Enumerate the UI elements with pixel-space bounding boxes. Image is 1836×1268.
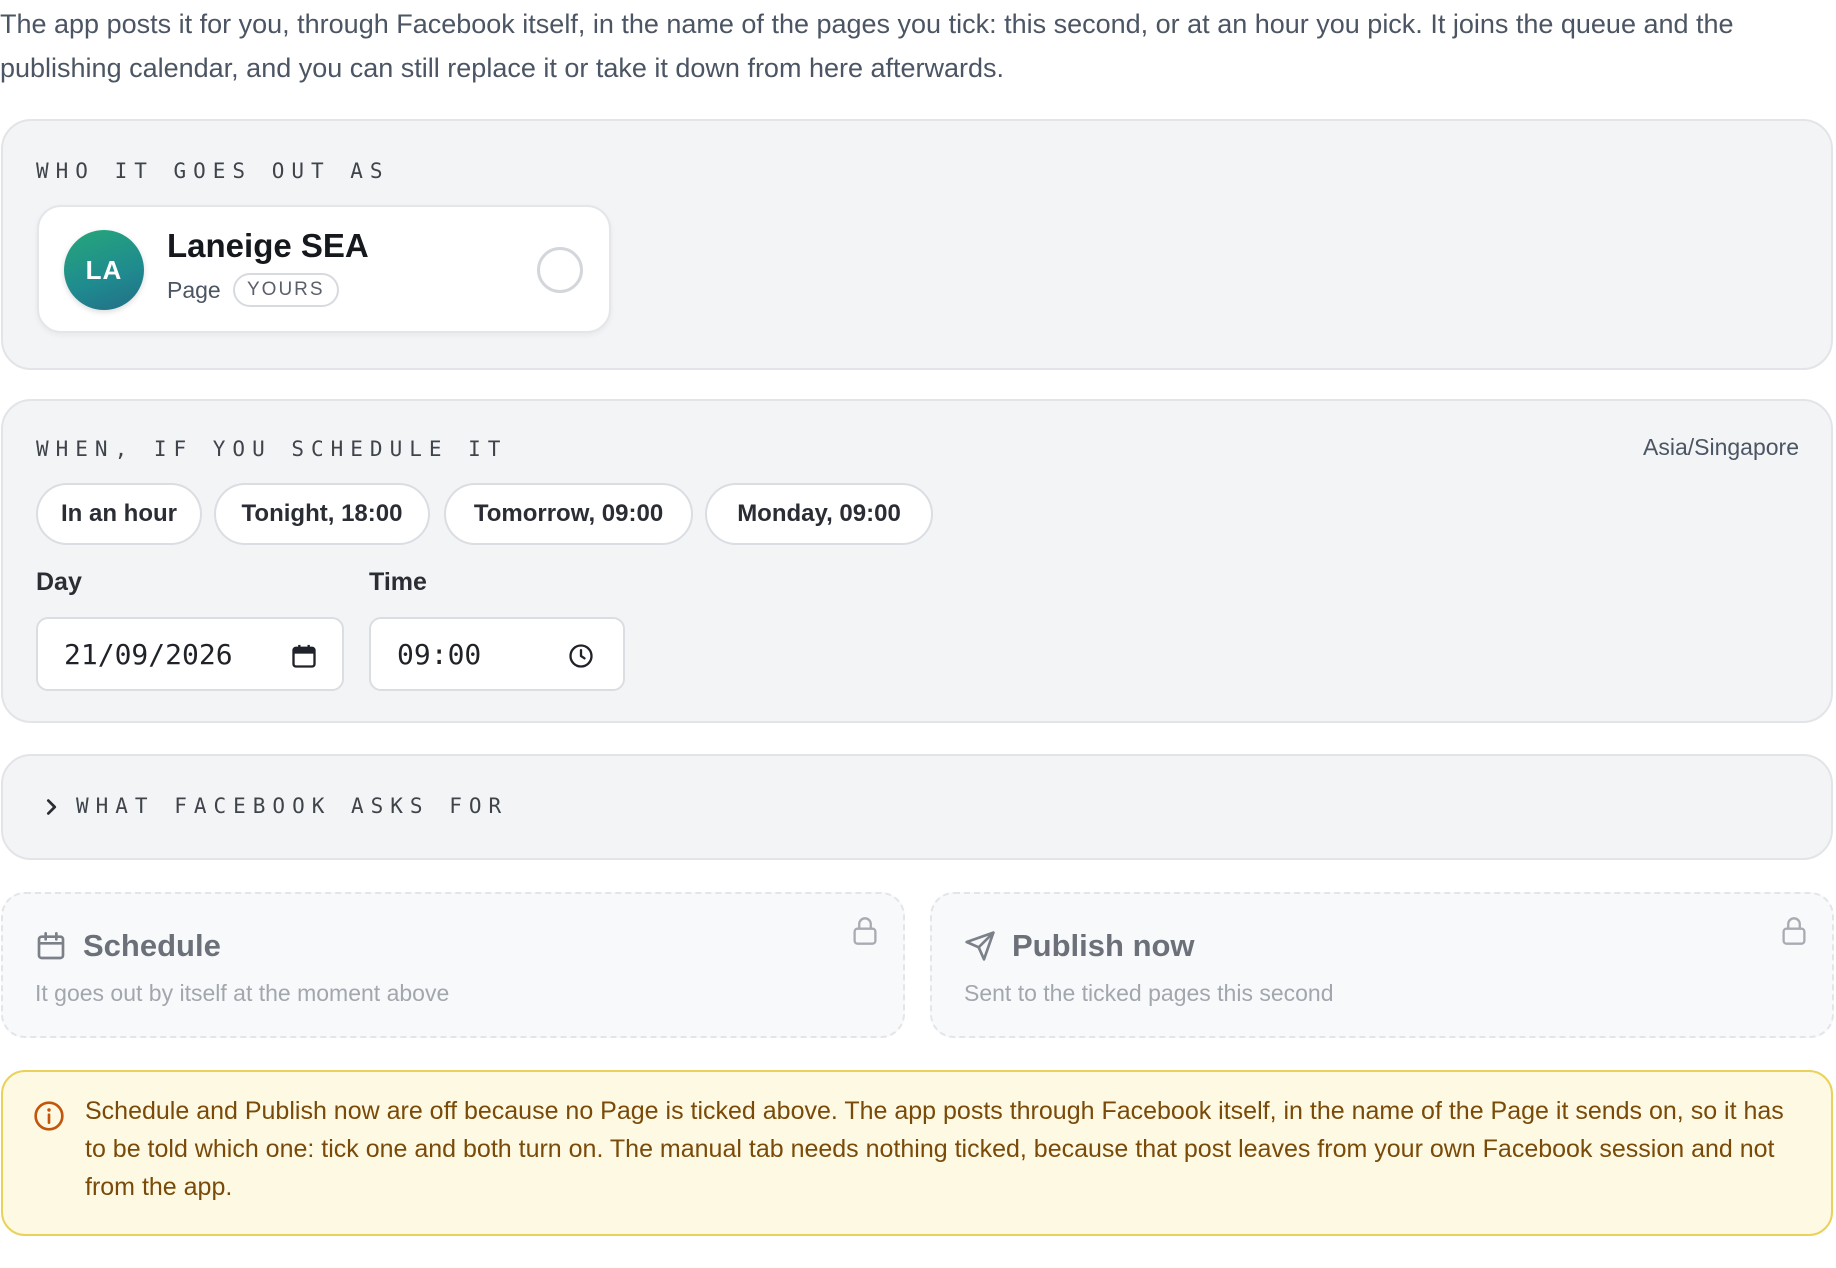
time-label: Time (369, 568, 427, 596)
notice-text: Schedule and Publish now are off because… (85, 1097, 1784, 1201)
page-name: Laneige SEA (167, 227, 369, 264)
page-select-radio[interactable] (537, 247, 583, 293)
day-label: Day (36, 568, 82, 596)
day-value: 21/09/2026 (64, 638, 233, 671)
time-input[interactable]: 09:00 (369, 617, 625, 691)
timezone-label: Asia/Singapore (1643, 434, 1799, 460)
day-input[interactable]: 21/09/2026 (36, 617, 344, 691)
ownership-badge: YOURS (233, 273, 339, 307)
who-section-label: WHO IT GOES OUT AS (36, 159, 390, 183)
page-option-laneige-sea[interactable]: LA Laneige SEA Page YOURS (37, 205, 611, 333)
page-type: Page (167, 277, 221, 303)
publish-now-subtitle: Sent to the ticked pages this second (964, 980, 1334, 1006)
who-card: WHO IT GOES OUT AS LA Laneige SEA Page Y… (1, 119, 1833, 370)
publish-now-title: Publish now (1012, 928, 1195, 963)
facebook-disclosure[interactable]: WHAT FACEBOOK ASKS FOR (1, 754, 1833, 860)
publish-now-button[interactable]: Publish now Sent to the ticked pages thi… (930, 892, 1834, 1038)
preset-in-an-hour[interactable]: In an hour (36, 483, 202, 545)
preset-tomorrow[interactable]: Tomorrow, 09:00 (444, 483, 693, 545)
chevron-right-icon (46, 799, 57, 815)
when-card: WHEN, IF YOU SCHEDULE IT Asia/Singapore … (1, 399, 1833, 723)
schedule-title: Schedule (83, 928, 221, 963)
avatar: LA (64, 230, 144, 310)
preset-monday[interactable]: Monday, 09:00 (705, 483, 933, 545)
calendar-icon (37, 932, 65, 960)
info-notice: Schedule and Publish now are off because… (1, 1070, 1833, 1236)
lock-icon (1782, 917, 1806, 945)
send-icon (965, 931, 995, 961)
schedule-subtitle: It goes out by itself at the moment abov… (35, 980, 450, 1006)
preset-tonight[interactable]: Tonight, 18:00 (214, 483, 430, 545)
time-value: 09:00 (397, 638, 482, 671)
calendar-icon[interactable] (290, 642, 318, 670)
lock-icon (853, 917, 877, 945)
facebook-section-label: WHAT FACEBOOK ASKS FOR (76, 794, 509, 818)
schedule-button[interactable]: Schedule It goes out by itself at the mo… (1, 892, 905, 1038)
info-icon (34, 1101, 64, 1131)
clock-icon[interactable] (567, 642, 595, 670)
when-section-label: WHEN, IF YOU SCHEDULE IT (36, 437, 508, 461)
intro-text: The app posts it for you, through Facebo… (0, 9, 1734, 83)
